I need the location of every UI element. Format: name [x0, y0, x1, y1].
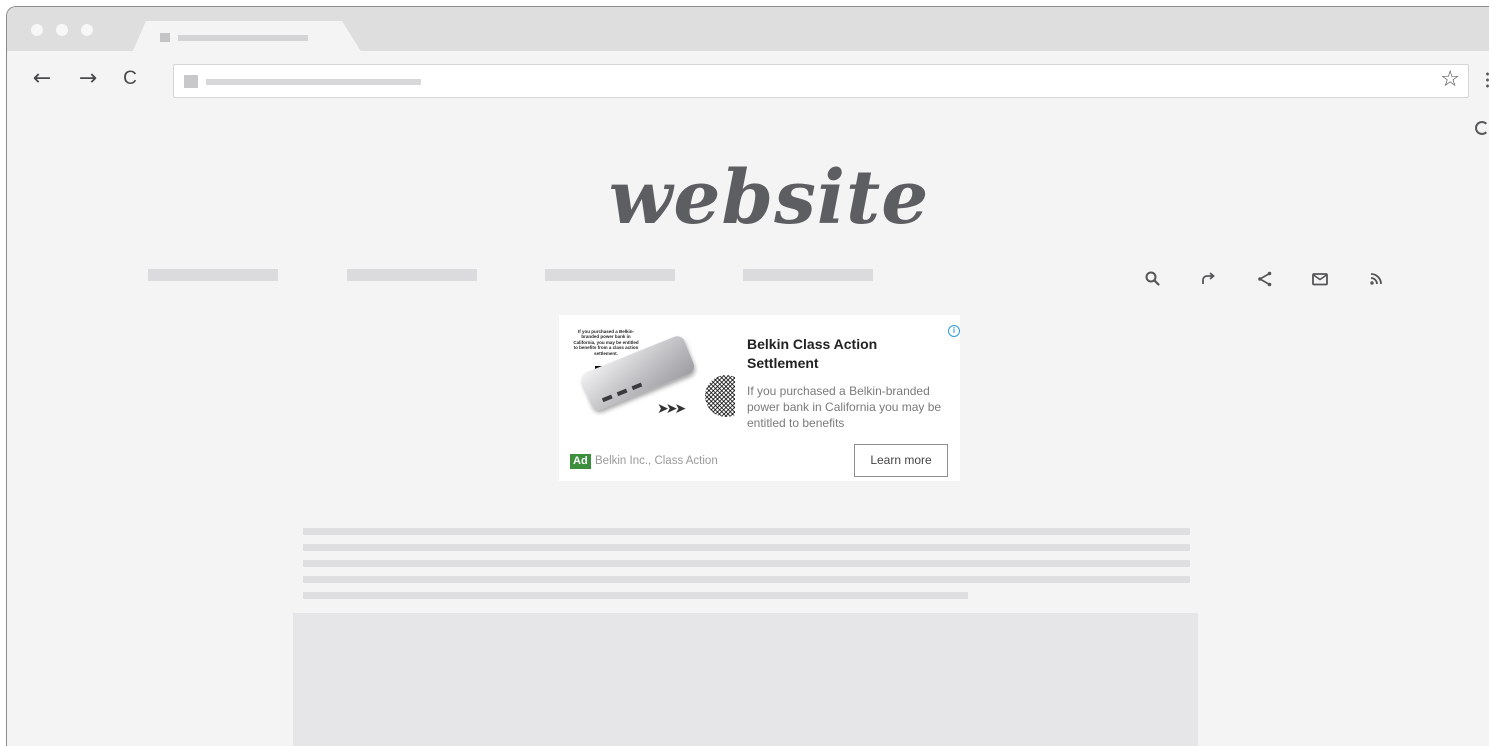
- tab-strip: [7, 7, 1489, 53]
- profile-icon[interactable]: [1475, 121, 1489, 135]
- mesh-graphic: [705, 375, 735, 417]
- bookmark-star-icon[interactable]: ☆: [1440, 67, 1460, 92]
- text-placeholder-line: [303, 560, 1190, 567]
- text-placeholder-line: [303, 576, 1190, 583]
- ad-info-icon[interactable]: i: [948, 325, 960, 337]
- site-logo[interactable]: website: [7, 155, 1489, 241]
- ad-image-text: If you purchased a Belkin-branded power …: [573, 329, 639, 356]
- rss-icon[interactable]: [1366, 269, 1386, 289]
- arrow-graphic: ➤➤➤: [657, 401, 686, 417]
- reload-icon[interactable]: C: [117, 66, 143, 92]
- ad-image[interactable]: If you purchased a Belkin-branded power …: [565, 323, 735, 423]
- browser-tab[interactable]: [132, 21, 362, 53]
- minimize-window-button[interactable]: [56, 24, 68, 36]
- tab-title-placeholder: [178, 35, 308, 41]
- ad-title[interactable]: Belkin Class Action Settlement: [747, 335, 937, 373]
- address-bar[interactable]: ☆: [173, 64, 1469, 98]
- site-info-icon[interactable]: [184, 75, 198, 88]
- text-placeholder-line: [303, 592, 968, 599]
- site-nav-item-4[interactable]: [743, 269, 873, 281]
- learn-more-button[interactable]: Learn more: [854, 444, 948, 477]
- mail-icon[interactable]: [1310, 269, 1330, 289]
- text-placeholder-line: [303, 544, 1190, 551]
- site-nav-item-2[interactable]: [347, 269, 477, 281]
- close-window-button[interactable]: [31, 24, 43, 36]
- tab-favicon-icon: [160, 33, 170, 42]
- usb-port: [631, 382, 643, 391]
- text-placeholder-line: [303, 528, 1190, 535]
- forward-icon[interactable]: →: [75, 66, 101, 92]
- maximize-window-button[interactable]: [81, 24, 93, 36]
- url-placeholder: [206, 79, 421, 85]
- display-ad[interactable]: If you purchased a Belkin-branded power …: [559, 315, 960, 481]
- ad-badge: Ad: [570, 454, 591, 469]
- reply-icon[interactable]: [1198, 269, 1218, 289]
- back-icon[interactable]: ←: [29, 66, 55, 92]
- browser-toolbar: ← → C ☆: [7, 51, 1489, 111]
- ad-advertiser: Belkin Inc., Class Action: [595, 455, 718, 467]
- usb-port: [616, 388, 628, 397]
- media-placeholder: [293, 613, 1198, 746]
- usb-port: [601, 394, 613, 403]
- site-nav-item-3[interactable]: [545, 269, 675, 281]
- browser-window: ← → C ☆ website If you purchased a Belki…: [6, 6, 1489, 746]
- search-icon[interactable]: [1143, 269, 1163, 289]
- ad-description: If you purchased a Belkin-branded power …: [747, 384, 942, 430]
- site-nav-item-1[interactable]: [148, 269, 278, 281]
- share-icon[interactable]: [1255, 269, 1275, 289]
- window-controls: [31, 24, 93, 36]
